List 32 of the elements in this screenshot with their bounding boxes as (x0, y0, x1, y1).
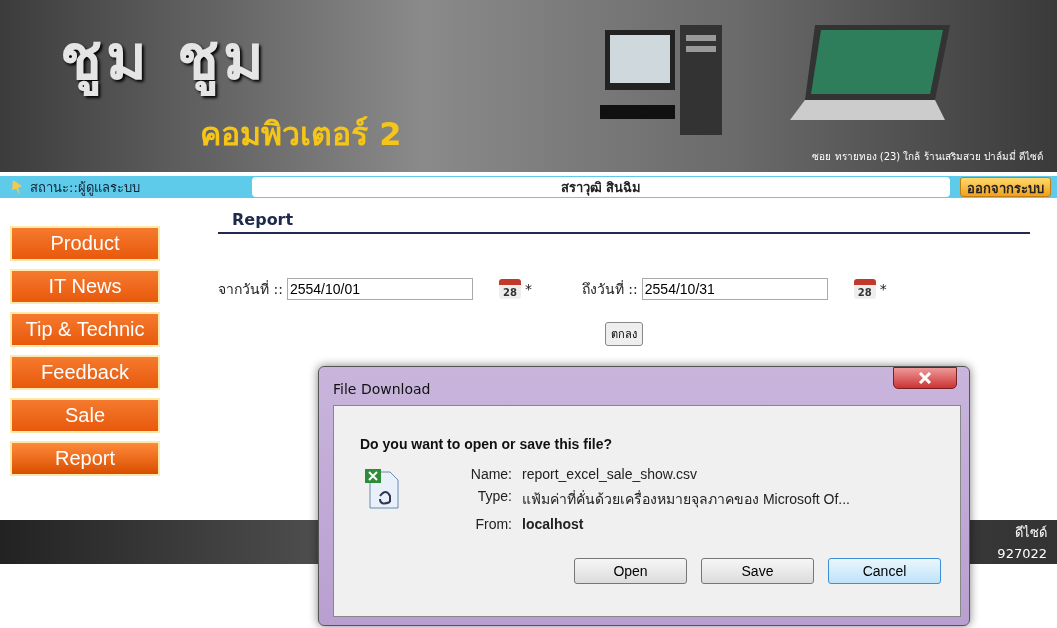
field-label: From: (474, 516, 512, 532)
dialog-title: File Download (333, 381, 431, 397)
logo-subtitle: คอมพิวเตอร์ 2 (200, 114, 403, 155)
user-name-field: สราวุฒิ สินฉิม (252, 177, 950, 197)
logo-text: ชูม ชูม (60, 20, 269, 98)
field-label: Type: (476, 488, 512, 506)
address-text: ซอย ทรายทอง (23) ใกล้ ร้านเสริมสวย ปาล์มมี่ ดีไซด์ (812, 149, 1043, 164)
field-value: report_excel_sale_show.csv (522, 466, 698, 482)
to-date-label: ถึงวันที่ :: (581, 279, 638, 299)
report-heading: Report (218, 210, 1030, 234)
field-value: localhost (522, 516, 584, 532)
submit-button[interactable]: ตกลง (605, 322, 643, 346)
calendar-icon[interactable]: 28 (853, 279, 876, 299)
spreadsheet-file-icon (364, 468, 400, 510)
from-date-field[interactable]: 2554/10/01 (286, 278, 473, 300)
required-mark: * (879, 281, 887, 297)
calendar-icon[interactable]: 28 (498, 279, 521, 299)
footer-phone-text: 927022 (997, 545, 1047, 563)
dialog-question: Do you want to open or save this file? (360, 436, 614, 452)
required-mark: * (524, 281, 532, 297)
footer-text: ดีไซด์ (1015, 524, 1047, 542)
dialog-button[interactable]: Open (574, 558, 687, 584)
field-value: แฟ้มค่าที่คั่นด้วยเครื่องหมายจุลภาคของ Microsoft Of... (522, 489, 850, 510)
from-date-label: จากวันที่ :: (218, 279, 283, 299)
logout-button[interactable]: ออกจากระบบ (960, 177, 1051, 197)
to-date-field[interactable]: 2554/10/31 (641, 278, 828, 300)
dialog-button[interactable]: Save (701, 558, 814, 584)
close-button[interactable] (893, 367, 957, 389)
role-text: สถานะ::ผู้ดูแลระบบ (30, 178, 141, 198)
field-label: Name: (469, 466, 512, 482)
dialog-button[interactable]: Cancel (828, 558, 941, 584)
close-icon (918, 372, 932, 384)
